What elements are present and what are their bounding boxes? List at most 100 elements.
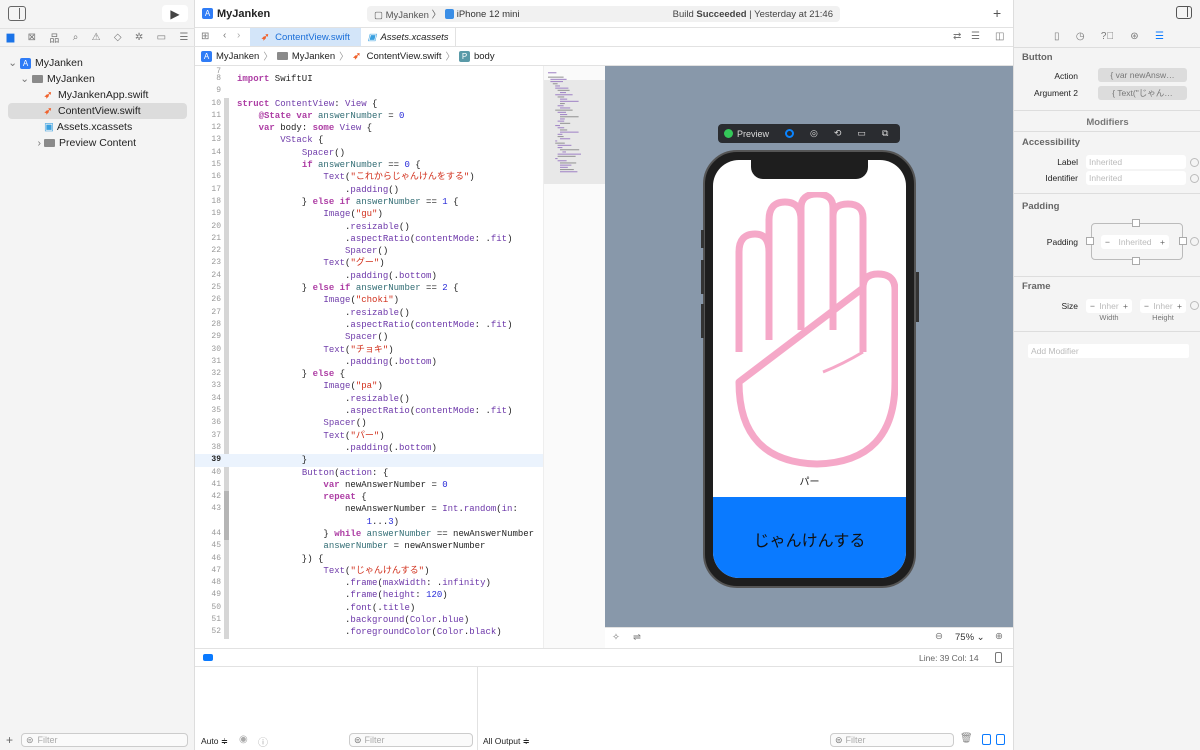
line-number[interactable]: 42 (195, 491, 224, 503)
line-number[interactable]: 9 (195, 85, 224, 97)
back-icon[interactable]: ‹ (223, 30, 226, 41)
navigator-item[interactable]: ➶ ContentView.swift (8, 103, 187, 119)
line-number[interactable]: 29 (195, 331, 224, 343)
fold-ribbon[interactable] (224, 478, 229, 492)
info-icon[interactable]: ⓘ (258, 734, 268, 749)
padding-bottom-checkbox[interactable] (1132, 257, 1140, 265)
run-button[interactable]: ▶ (162, 5, 188, 22)
line-number[interactable]: 12 (195, 122, 224, 134)
fold-ribbon[interactable] (224, 491, 229, 504)
code-line[interactable]: 23 Text("グー") (195, 257, 543, 270)
code-line[interactable]: 12 var body: some View { (195, 122, 543, 135)
code-line[interactable]: 39 } (195, 454, 543, 467)
code-line[interactable]: 17 .padding() (195, 183, 543, 196)
line-number[interactable]: 32 (195, 368, 224, 380)
forward-icon[interactable]: › (237, 30, 240, 41)
code-line[interactable]: 47 Text("じゃんけんする") (195, 564, 543, 578)
help-icon[interactable]: ?⃝ (1101, 31, 1114, 42)
variables-mode-select[interactable]: Auto ≑ (201, 736, 228, 747)
code-line[interactable]: 1...3) (195, 515, 543, 528)
fold-ribbon[interactable] (224, 73, 229, 85)
line-number[interactable]: 38 (195, 442, 224, 454)
code-line[interactable]: 15 if answerNumber == 0 { (195, 159, 543, 172)
disclosure-icon[interactable]: ⌄ (8, 73, 32, 85)
fold-ribbon[interactable] (224, 134, 229, 147)
navigator-item[interactable]: › Preview Content (8, 135, 187, 151)
fold-ribbon[interactable] (224, 589, 229, 602)
line-number[interactable]: 39 (195, 454, 224, 466)
warning-icon[interactable]: ⚠ (92, 32, 101, 43)
code-line[interactable]: 52 .foregroundColor(Color.black) (195, 626, 543, 639)
line-number[interactable]: 14 (195, 147, 224, 159)
fold-ribbon[interactable] (224, 208, 229, 221)
fold-ribbon[interactable] (224, 601, 229, 615)
editor-options-icon[interactable]: ☰ (971, 31, 980, 42)
line-number[interactable]: 41 (195, 479, 224, 491)
padding-top-checkbox[interactable] (1132, 219, 1140, 227)
fold-ribbon[interactable] (224, 122, 229, 135)
line-number[interactable]: 23 (195, 257, 224, 269)
code-line[interactable]: 14 Spacer() (195, 146, 543, 160)
fold-ribbon[interactable] (224, 380, 229, 393)
line-number[interactable]: 45 (195, 540, 224, 552)
rotate-icon[interactable]: ⟲ (834, 128, 842, 139)
navigator-item[interactable]: ▣ Assets.xcassets (8, 119, 187, 135)
fold-ribbon[interactable] (224, 183, 229, 196)
code-line[interactable]: 21 .aspectRatio(contentMode: .fit) (195, 232, 543, 246)
code-line[interactable]: 50 .font(.title) (195, 601, 543, 615)
line-number[interactable]: 33 (195, 380, 224, 392)
code-line[interactable]: 33 Image("pa") (195, 380, 543, 393)
code-line[interactable]: 16 Text("これからじゃんけんをする") (195, 171, 543, 184)
line-number[interactable]: 26 (195, 294, 224, 306)
tab-contentview[interactable]: ➶ ContentView.swift (250, 28, 361, 46)
line-number[interactable]: 48 (195, 577, 224, 589)
line-number[interactable]: 10 (195, 98, 224, 110)
code-line[interactable]: 27 .resizable() (195, 306, 543, 319)
padding-trailing-checkbox[interactable] (1179, 237, 1187, 245)
navigator-item[interactable]: ⌄ A MyJanken (8, 55, 187, 71)
fold-ribbon[interactable] (224, 626, 229, 639)
breakpoint-icon[interactable]: ▭ (157, 32, 166, 43)
code-line[interactable]: 48 .frame(maxWidth: .infinity) (195, 577, 543, 590)
line-number[interactable]: 18 (195, 196, 224, 208)
line-number[interactable]: 28 (195, 319, 224, 331)
line-number[interactable]: 50 (195, 602, 224, 614)
code-line[interactable]: 35 .aspectRatio(contentMode: .fit) (195, 405, 543, 418)
line-number[interactable]: 51 (195, 614, 224, 626)
accessibility-label-input[interactable]: Inherited (1086, 155, 1186, 169)
navigator-item[interactable]: ➶ MyJankenApp.swift (8, 87, 187, 103)
line-number[interactable]: 17 (195, 184, 224, 196)
report-icon[interactable]: ☰ (179, 32, 188, 43)
fold-ribbon[interactable] (224, 245, 229, 258)
code-line[interactable]: 31 .padding(.bottom) (195, 355, 543, 369)
debug-area-toggle[interactable] (203, 654, 213, 661)
fold-ribbon[interactable] (224, 85, 229, 97)
code-line[interactable]: 10 struct ContentView: View { (195, 97, 543, 110)
device-icon[interactable] (995, 652, 1002, 663)
add-modifier-input[interactable]: Add Modifier (1028, 344, 1189, 358)
code-line[interactable]: 42 repeat { (195, 491, 543, 504)
fold-ribbon[interactable] (224, 146, 229, 160)
code-line[interactable]: 41 var newAnswerNumber = 0 (195, 478, 543, 492)
inspect-preview-icon[interactable]: ◎ (810, 128, 818, 139)
code-line[interactable]: 8 import SwiftUI (195, 73, 543, 85)
line-number[interactable]: 11 (195, 110, 224, 122)
fold-ribbon[interactable] (224, 294, 229, 307)
fold-ribbon[interactable] (224, 355, 229, 369)
fold-ribbon[interactable] (224, 441, 229, 455)
accessibility-identifier-input[interactable]: Inherited (1086, 171, 1186, 185)
fold-ribbon[interactable] (224, 195, 229, 209)
variants-icon[interactable]: ⇌ (633, 632, 641, 643)
variables-filter-input[interactable]: ⊜ Filter (349, 733, 473, 747)
code-line[interactable]: 9 (195, 85, 543, 97)
fold-ribbon[interactable] (224, 306, 229, 319)
code-line[interactable]: 37 Text("パー") (195, 429, 543, 442)
search-icon[interactable]: ⌕ (73, 32, 79, 43)
fold-ribbon[interactable] (224, 269, 229, 283)
fold-ribbon[interactable] (224, 417, 229, 430)
toggle-inspector-button[interactable] (1176, 6, 1192, 19)
code-line[interactable]: 24 .padding(.bottom) (195, 269, 543, 283)
line-number[interactable]: 25 (195, 282, 224, 294)
line-number[interactable]: 15 (195, 159, 224, 171)
eye-icon[interactable]: ◉ (239, 734, 248, 745)
